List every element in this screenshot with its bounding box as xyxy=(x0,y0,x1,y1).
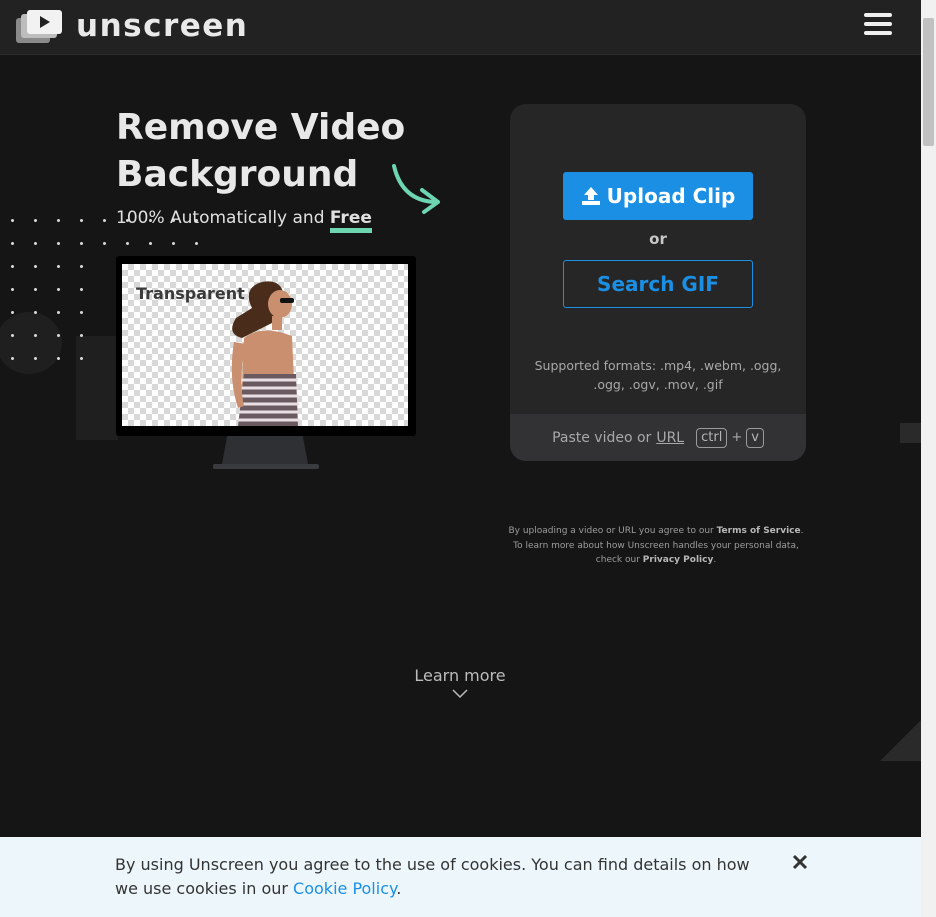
decorative-dot xyxy=(80,265,83,268)
search-gif-button[interactable]: Search GIF xyxy=(563,260,753,308)
decorative-dot xyxy=(57,288,60,291)
decorative-dot xyxy=(57,357,60,360)
decorative-dot xyxy=(57,265,60,268)
decorative-dot xyxy=(34,357,37,360)
decorative-dot xyxy=(34,242,37,245)
cookie-text: By using Unscreen you agree to the use o… xyxy=(115,855,750,898)
paste-prefix: Paste video or xyxy=(552,429,652,446)
decorative-dot xyxy=(149,242,152,245)
upload-icon xyxy=(581,187,600,205)
decorative-dot xyxy=(80,219,83,222)
privacy-policy-link[interactable]: Privacy Policy xyxy=(643,555,714,565)
learn-more-link[interactable]: Learn more xyxy=(390,666,530,699)
legal-notice: By uploading a video or URL you agree to… xyxy=(508,526,804,565)
decorative-dot xyxy=(80,334,83,337)
logo-text: unscreen xyxy=(76,8,249,44)
hamburger-icon xyxy=(864,13,892,17)
decorative-dot xyxy=(126,242,129,245)
v-key: v xyxy=(746,427,764,448)
learn-more-label: Learn more xyxy=(414,666,506,685)
decorative-triangle xyxy=(880,720,921,761)
decorative-dot xyxy=(34,311,37,314)
hero-subtitle-text: 100% Automatically and xyxy=(116,208,330,228)
cookie-banner: By using Unscreen you agree to the use o… xyxy=(0,837,921,917)
monitor-stand xyxy=(222,436,308,464)
top-navbar: unscreen xyxy=(0,0,921,55)
decorative-dot xyxy=(80,242,83,245)
cookie-policy-link[interactable]: Cookie Policy xyxy=(293,879,396,898)
logo-icon xyxy=(16,10,62,43)
or-separator: or xyxy=(649,230,667,248)
decorative-dot xyxy=(34,288,37,291)
decorative-dot xyxy=(80,357,83,360)
hamburger-menu-button[interactable] xyxy=(864,13,892,39)
decorative-dot xyxy=(34,219,37,222)
decorative-dot xyxy=(195,242,198,245)
upload-clip-label: Upload Clip xyxy=(606,184,736,208)
paste-url-link[interactable]: URL xyxy=(656,430,684,446)
upload-clip-button[interactable]: Upload Clip xyxy=(563,172,753,220)
scrollbar-thumb[interactable] xyxy=(923,18,934,146)
ctrl-key: ctrl xyxy=(696,427,728,448)
decorative-dot xyxy=(57,219,60,222)
hero-subtitle-free: Free xyxy=(329,208,372,233)
woman-cutout-image xyxy=(231,281,300,426)
decorative-dot xyxy=(11,357,14,360)
search-gif-label: Search GIF xyxy=(597,272,719,296)
upload-card: Upload Clip or Search GIF Supported form… xyxy=(510,104,806,461)
decorative-square xyxy=(900,423,921,443)
decorative-dot xyxy=(103,219,106,222)
hero-subtitle: 100% Automatically and Free xyxy=(116,208,372,233)
decorative-dot xyxy=(80,311,83,314)
chevron-down-icon xyxy=(452,689,468,699)
decorative-dot xyxy=(172,242,175,245)
paste-bar: Paste video or URL ctrl + v xyxy=(510,414,806,461)
decorative-dot xyxy=(11,311,14,314)
decorative-dot xyxy=(57,311,60,314)
supported-formats: Supported formats: .mp4, .webm, .ogg, .o… xyxy=(534,358,782,392)
monitor-stand-base xyxy=(213,464,319,469)
decorative-dot xyxy=(57,242,60,245)
decorative-dot xyxy=(11,288,14,291)
terms-of-service-link[interactable]: Terms of Service xyxy=(717,526,801,536)
decorative-dot xyxy=(34,265,37,268)
decorative-dot xyxy=(57,334,60,337)
monitor-preview: Transparent xyxy=(116,256,416,436)
transparent-preview-screen: Transparent xyxy=(122,264,408,426)
logo[interactable]: unscreen xyxy=(16,10,248,43)
decorative-dot xyxy=(103,242,106,245)
close-icon[interactable] xyxy=(791,853,809,871)
decorative-dot xyxy=(11,265,14,268)
scrollbar[interactable] xyxy=(921,0,936,917)
curved-arrow-icon xyxy=(392,164,440,214)
decorative-dot xyxy=(11,334,14,337)
plus-sign: + xyxy=(731,430,743,445)
decorative-dot xyxy=(11,242,14,245)
decorative-dot xyxy=(11,219,14,222)
decorative-dot xyxy=(34,334,37,337)
decorative-dot xyxy=(80,288,83,291)
